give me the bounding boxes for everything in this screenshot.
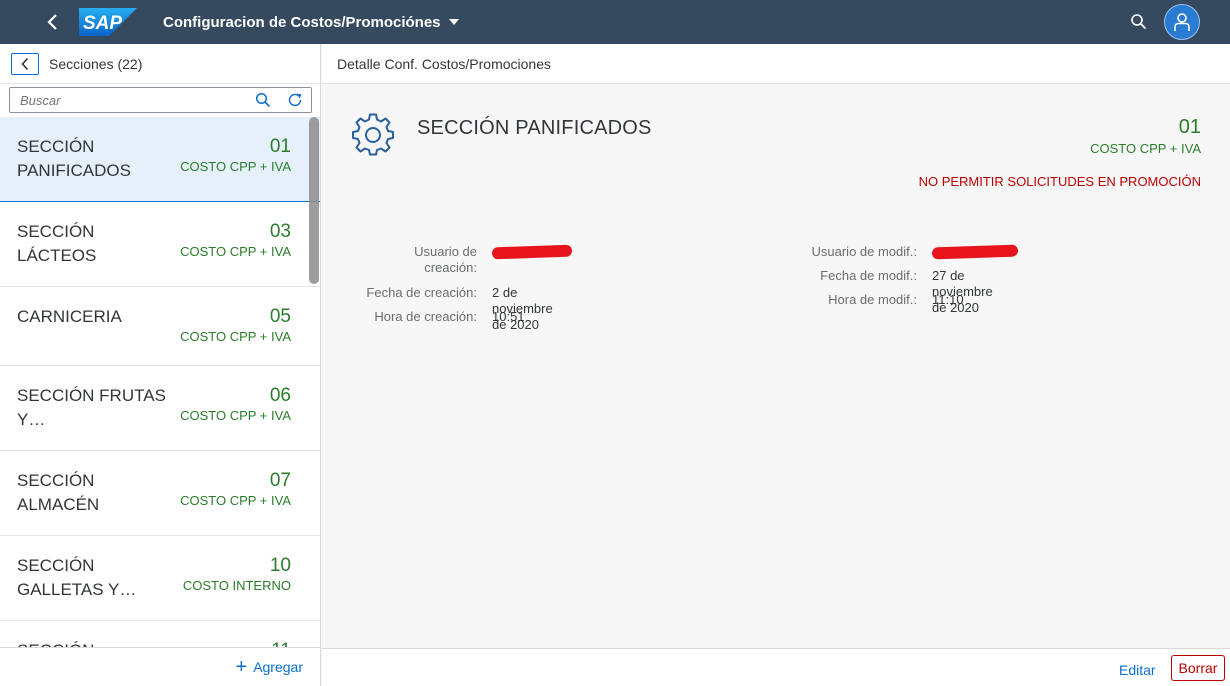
caret-down-icon: [448, 19, 459, 25]
object-status: NO PERMITIR SOLICITUDES EN PROMOCIÓN: [918, 174, 1201, 189]
item-number: 06: [269, 385, 291, 406]
modified-time-label: Hora de modif.:: [828, 292, 917, 307]
add-label: Agregar: [253, 659, 303, 675]
shell-search-button[interactable]: [1130, 13, 1148, 31]
created-time-label: Hora de creación:: [374, 309, 477, 324]
item-number: 01: [269, 136, 291, 157]
gear-icon: [352, 113, 394, 156]
item-number: 11: [271, 640, 291, 647]
plus-icon: +: [235, 656, 248, 678]
list-scrollbar[interactable]: [309, 117, 319, 284]
master-panel: Secciones (22) SECCIÓN PANIFICADOS 01 CO…: [0, 44, 321, 686]
item-unit: COSTO CPP + IVA: [180, 329, 291, 344]
list-item[interactable]: SECCIÓN FRUTAS Y… 06 COSTO CPP + IVA: [0, 366, 320, 451]
item-name: SECCIÓN: [17, 639, 167, 647]
search-input[interactable]: [20, 92, 248, 108]
search-icon[interactable]: [255, 92, 271, 108]
item-name: SECCIÓN FRUTAS Y…: [17, 386, 166, 429]
item-number: 03: [269, 221, 291, 242]
detail-title: Detalle Conf. Costos/Promociones: [337, 55, 551, 72]
add-button[interactable]: + Agregar: [235, 656, 304, 678]
item-number: 10: [269, 555, 291, 576]
modified-time: 11:10: [932, 292, 964, 307]
edit-button[interactable]: Editar: [1119, 662, 1156, 678]
item-name: SECCIÓN ALMACÉN: [17, 471, 100, 514]
sap-logo: SAP: [79, 8, 137, 36]
created-by-label: Usuario de creación:: [414, 244, 477, 275]
back-button[interactable]: [41, 11, 63, 33]
search-icon: [1131, 14, 1147, 30]
item-unit: COSTO CPP + IVA: [180, 159, 291, 174]
object-title: SECCIÓN PANIFICADOS: [417, 117, 652, 139]
modified-date-label: Fecha de modif.:: [820, 268, 917, 283]
user-icon: [1174, 13, 1190, 31]
search-field[interactable]: [9, 87, 312, 113]
detail-header: Detalle Conf. Costos/Promociones: [322, 44, 1230, 84]
list-item[interactable]: SECCIÓN ALMACÉN 07 COSTO CPP + IVA: [0, 451, 320, 536]
master-header: Secciones (22): [0, 44, 320, 84]
item-unit: COSTO CPP + IVA: [180, 493, 291, 508]
created-date-label: Fecha de creación:: [366, 285, 477, 300]
shell-bar: SAP Configuracion de Costos/Promociónes: [0, 0, 1230, 44]
modified-by-label: Usuario de modif.:: [811, 244, 918, 259]
object-unit: COSTO CPP + IVA: [1090, 141, 1201, 156]
detail-panel: SECCIÓN PANIFICADOS 01 COSTO CPP + IVA N…: [322, 84, 1230, 648]
app-title: Configuracion de Costos/Promociónes: [163, 13, 441, 31]
app-title-menu[interactable]: Configuracion de Costos/Promociónes: [163, 14, 459, 31]
list-item[interactable]: SECCIÓN GALLETAS Y… 10 COSTO INTERNO: [0, 536, 320, 621]
redacted-user: [931, 244, 1019, 260]
item-name: SECCIÓN GALLETAS Y…: [17, 556, 137, 599]
delete-button[interactable]: Borrar: [1171, 655, 1225, 681]
refresh-icon[interactable]: [287, 92, 303, 108]
master-back-button[interactable]: [11, 52, 39, 75]
chevron-left-icon: [21, 57, 29, 70]
item-number: 05: [269, 306, 291, 327]
item-name: SECCIÓN PANIFICADOS: [17, 137, 131, 180]
item-name: SECCIÓN LÁCTEOS: [17, 222, 97, 265]
item-number: 07: [269, 470, 291, 491]
item-unit: COSTO CPP + IVA: [180, 408, 291, 423]
list-item[interactable]: SECCIÓN PANIFICADOS 01 COSTO CPP + IVA: [0, 117, 320, 202]
item-unit: COSTO INTERNO: [182, 578, 291, 593]
master-footer: + Agregar: [0, 647, 320, 686]
created-time: 10:51: [492, 309, 525, 324]
chevron-left-icon: [47, 14, 57, 30]
list-item[interactable]: SECCIÓN 11: [0, 621, 320, 647]
item-unit: COSTO CPP + IVA: [180, 244, 291, 259]
detail-footer: Editar Borrar: [322, 648, 1230, 686]
object-number: 01: [1178, 116, 1201, 138]
item-name: CARNICERIA: [17, 307, 122, 326]
section-list: SECCIÓN PANIFICADOS 01 COSTO CPP + IVA S…: [0, 117, 320, 647]
list-item[interactable]: SECCIÓN LÁCTEOS 03 COSTO CPP + IVA: [0, 202, 320, 287]
sap-logo-text: SAP: [83, 13, 122, 34]
master-title: Secciones (22): [49, 55, 143, 72]
list-item[interactable]: CARNICERIA 05 COSTO CPP + IVA: [0, 287, 320, 366]
user-avatar[interactable]: [1164, 4, 1200, 40]
redacted-user: [491, 244, 573, 260]
